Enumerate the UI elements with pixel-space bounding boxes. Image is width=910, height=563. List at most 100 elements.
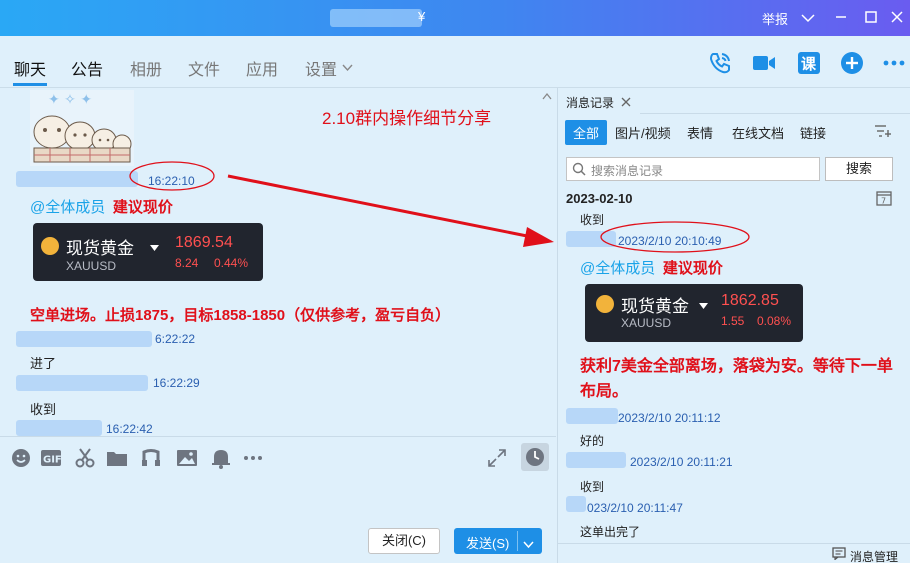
quote-price: 1869.54 [175,234,233,251]
scissors-icon[interactable] [74,447,96,469]
history-message-text: 收到 [580,213,605,227]
tab-announcement[interactable]: 公告 [71,56,103,80]
send-options-chevron-icon[interactable] [523,537,534,552]
send-label: 发送(S) [466,536,510,551]
filter-links[interactable]: 链接 [800,123,826,142]
history-message-text: 收到 [580,480,605,494]
close-icon[interactable] [886,7,908,29]
mention-all[interactable]: @全体成员 [30,199,105,216]
sender-name-blurred [16,375,148,391]
report-button[interactable]: 举报 [762,9,788,28]
tab-chat[interactable]: 聊天 [14,56,46,80]
advice-text: 建议现价 [662,260,723,277]
sender-name-blurred [566,452,626,468]
close-button[interactable]: 关闭(C) [368,528,440,554]
window-title-blurred [330,9,422,27]
window-title-glyph: ¥ [418,9,426,24]
search-icon [572,162,586,179]
emoji-icon[interactable] [10,447,32,469]
history-search-input[interactable]: 搜索消息记录 [566,157,820,181]
quote-price: 1862.85 [721,292,779,309]
tab-header-underline [640,88,910,114]
course-icon[interactable]: 课 [796,50,822,76]
search-button[interactable]: 搜索 [825,157,893,181]
history-message-text: 获利7美金全部离场，落袋为安。等待下一单布局。 [580,358,893,400]
message-time: 16:22:29 [153,376,200,390]
message-manage-icon[interactable] [832,547,846,563]
input-toolbar: GIF [0,436,556,480]
chat-message-area[interactable]: ✦ ✧ ✦ 2.10群内操作细节分享 16:22:10 @全体成员 建议现价 现… [0,88,556,436]
message-manage-button[interactable]: 消息管理 [850,548,898,563]
message-time: 16:22:42 [106,422,153,436]
message-mention-line: @全体成员 建议现价 [30,196,173,217]
chevron-down-icon[interactable] [797,7,819,29]
message-time: 6:22:22 [155,332,196,346]
sender-name-blurred [16,331,152,347]
history-message-time: 2023/2/10 20:11:12 [618,411,721,425]
sender-name-blurred [566,496,586,512]
quote-change-percent: 0.08% [757,314,792,328]
music-icon[interactable] [140,447,162,469]
more-icon[interactable] [882,50,908,76]
message-text: 收到 [30,402,57,417]
quote-change: 8.24 [175,256,199,270]
svg-text:7: 7 [881,197,886,206]
calendar-icon[interactable]: 7 [876,190,892,209]
history-clock-icon[interactable] [521,443,549,471]
history-mention-line: @全体成员 建议现价 [580,257,723,278]
filter-all[interactable]: 全部 [565,120,608,145]
quote-name: 现货黄金 [621,297,689,316]
gif-icon[interactable]: GIF [40,447,62,469]
maximize-icon[interactable] [860,7,882,29]
history-date: 2023-02-10 [566,191,633,206]
folder-icon[interactable] [106,447,128,469]
gold-quote-card[interactable]: 现货黄金 XAUUSD 1869.54 8.24 0.44% [33,223,263,281]
sender-name-blurred [566,231,616,247]
settings-chevron-icon[interactable] [342,60,353,75]
add-app-icon[interactable] [839,50,865,76]
send-button[interactable]: 发送(S) [454,528,542,554]
quote-name: 现货黄金 [66,239,134,258]
filter-settings-icon[interactable] [874,124,892,141]
image-icon[interactable] [176,447,198,469]
history-message-text: 好的 [580,434,605,448]
voice-call-icon[interactable] [707,50,733,76]
quote-change-percent: 0.44% [214,256,249,270]
filter-stickers[interactable]: 表情 [687,123,713,142]
history-tab-label[interactable]: 消息记录 [566,94,614,111]
send-divider [517,531,518,551]
sender-name-blurred [16,171,138,187]
minimize-icon[interactable] [830,7,852,29]
cat-sticker-image[interactable]: ✦ ✧ ✦ [30,90,134,166]
filter-media[interactable]: 图片/视频 [615,123,671,142]
history-tab-header: 消息记录 [558,88,910,114]
tab-settings[interactable]: 设置 [305,56,337,80]
message-text: 进了 [30,356,57,371]
tab-files[interactable]: 文件 [188,56,220,80]
tab-apps[interactable]: 应用 [246,56,278,80]
history-scrollbar[interactable] [906,188,910,538]
chat-scroll-up-icon[interactable] [542,88,552,103]
active-tab-indicator [13,83,47,86]
advice-text: 建议现价 [112,199,173,216]
gold-quote-card[interactable]: 现货黄金 XAUUSD 1862.85 1.55 0.08% [585,284,803,342]
mention-all[interactable]: @全体成员 [580,260,655,277]
bell-icon[interactable] [210,447,232,469]
share-title-annotation: 2.10群内操作细节分享 [322,109,492,128]
close-history-icon[interactable] [621,95,631,110]
video-call-icon[interactable] [751,50,777,76]
filter-online-docs[interactable]: 在线文档 [732,123,784,142]
more-tools-icon[interactable] [242,447,264,469]
tab-album[interactable]: 相册 [130,56,162,80]
gold-coin-icon [596,295,614,313]
search-placeholder: 搜索消息记录 [591,164,664,178]
title-bar: ¥ 举报 [0,0,910,36]
sender-name-blurred [566,408,618,424]
gold-coin-icon [41,237,59,255]
course-label: 课 [801,56,817,73]
expand-icon[interactable] [486,447,508,469]
group-tab-bar: 聊天 公告 相册 文件 应用 设置 课 [0,36,910,88]
message-history-panel: 消息记录 全部 图片/视频 表情 在线文档 链接 搜索消息记录 搜索 2023-… [557,88,910,563]
svg-text:✦ ✧ ✦: ✦ ✧ ✦ [48,92,92,108]
history-message-time: 2023/2/10 20:10:49 [618,234,722,248]
